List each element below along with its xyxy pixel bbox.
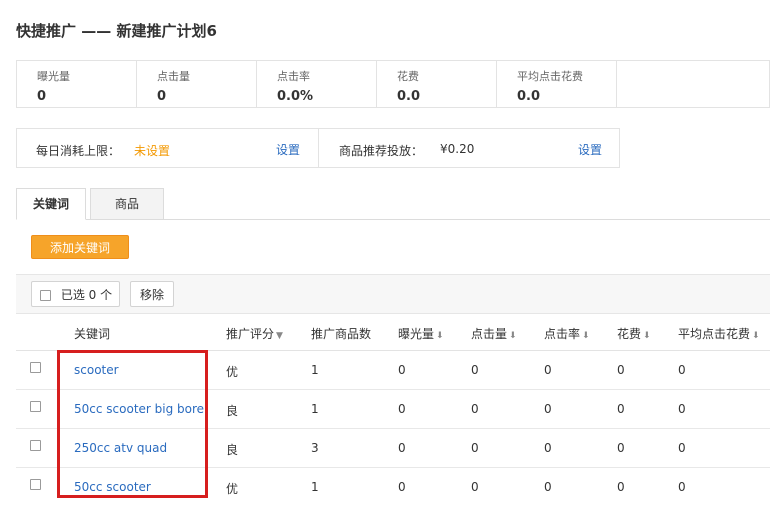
table-header: 关键词 推广评分 ▼ 推广商品数 曝光量 ⬇ 点击量 ⬇ 点击率 ⬇ 花费 ⬇ 平均点击花… (16, 314, 770, 351)
table-toolbar: 已选 0 个 移除 (16, 274, 770, 314)
row-checkbox[interactable] (30, 401, 41, 412)
avg-cpc-cell: 0 (678, 402, 686, 416)
stat-label: 曝光量 (37, 70, 70, 83)
sort-arrow-icon: ⬇ (582, 331, 590, 341)
stats-panel: 曝光量 0 点击量 0 点击率 0.0% 花费 0.0 平均点击花费 0.0 (16, 60, 770, 108)
clicks-cell: 0 (471, 402, 479, 416)
row-checkbox[interactable] (30, 479, 41, 490)
cost-cell: 0 (617, 480, 625, 494)
product-bid-set-link[interactable]: 设置 (578, 141, 602, 158)
header-avg-cpc-label: 平均点击花费 (678, 327, 751, 341)
ctr-cell: 0 (544, 441, 552, 455)
clicks-cell: 0 (471, 363, 479, 377)
stat-impressions: 曝光量 0 (17, 61, 137, 107)
tab-products[interactable]: 商品 (90, 188, 164, 219)
avg-cpc-cell: 0 (678, 441, 686, 455)
header-cost[interactable]: 花费 ⬇ (617, 325, 651, 342)
row-checkbox[interactable] (30, 362, 41, 373)
stat-value: 0.0 (397, 89, 421, 104)
ctr-cell: 0 (544, 402, 552, 416)
header-impressions[interactable]: 曝光量 ⬇ (398, 325, 444, 342)
table-row: 50cc scooter big bore 良 1 0 0 0 0 0 (16, 390, 770, 429)
stat-value: 0.0 (517, 89, 541, 104)
sort-arrow-icon: ⬇ (509, 331, 517, 341)
ctr-cell: 0 (544, 480, 552, 494)
header-ctr[interactable]: 点击率 ⬇ (544, 325, 590, 342)
products-cell: 1 (311, 480, 319, 494)
stat-label: 点击量 (157, 70, 190, 83)
tab-keywords[interactable]: 关键词 (16, 188, 86, 220)
clicks-cell: 0 (471, 441, 479, 455)
cost-cell: 0 (617, 402, 625, 416)
score-cell: 优 (226, 482, 239, 496)
page-title: 快捷推广 —— 新建推广计划6 (16, 22, 217, 40)
stat-value: 0 (37, 89, 47, 104)
stat-label: 平均点击花费 (517, 70, 583, 83)
tab-bar: 关键词 商品 (16, 188, 770, 220)
header-cost-label: 花费 (617, 327, 642, 341)
product-bid-cell: 商品推荐投放： ¥0.20 设置 (319, 129, 619, 167)
table-row: scooter 优 1 0 0 0 0 0 (16, 351, 770, 390)
budget-panel: 每日消耗上限： 未设置 设置 商品推荐投放： ¥0.20 设置 (16, 128, 620, 168)
stat-cost: 花费 0.0 (377, 61, 497, 107)
header-clicks-label: 点击量 (471, 327, 508, 341)
product-bid-value: ¥0.20 (440, 142, 475, 156)
sort-desc-icon: ▼ (276, 331, 283, 341)
header-score[interactable]: 推广评分 ▼ (226, 325, 283, 342)
ctr-cell: 0 (544, 363, 552, 377)
keyword-link[interactable]: scooter (74, 363, 119, 377)
score-cell: 良 (226, 404, 239, 418)
table-row: 250cc atv quad 良 3 0 0 0 0 0 (16, 429, 770, 468)
impressions-cell: 0 (398, 402, 406, 416)
header-score-label: 推广评分 (226, 327, 275, 341)
impressions-cell: 0 (398, 441, 406, 455)
selected-count-label: 已选 0 个 (60, 288, 113, 302)
stat-value: 0.0% (277, 89, 314, 104)
stat-avg-cpc: 平均点击花费 0.0 (497, 61, 617, 107)
cost-cell: 0 (617, 441, 625, 455)
daily-budget-cell: 每日消耗上限： 未设置 设置 (17, 129, 319, 167)
daily-budget-set-link[interactable]: 设置 (276, 141, 300, 158)
sort-arrow-icon: ⬇ (436, 331, 444, 341)
row-checkbox[interactable] (30, 440, 41, 451)
products-cell: 3 (311, 441, 319, 455)
header-keyword: 关键词 (74, 327, 111, 341)
products-cell: 1 (311, 363, 319, 377)
header-impressions-label: 曝光量 (398, 327, 435, 341)
impressions-cell: 0 (398, 480, 406, 494)
keyword-link[interactable]: 50cc scooter big bore (74, 402, 204, 416)
header-ctr-label: 点击率 (544, 327, 581, 341)
product-bid-label: 商品推荐投放： (339, 144, 424, 158)
stat-clicks: 点击量 0 (137, 61, 257, 107)
products-cell: 1 (311, 402, 319, 416)
select-all-checkbox[interactable] (40, 290, 51, 301)
sort-arrow-icon: ⬇ (643, 331, 651, 341)
daily-budget-label: 每日消耗上限： (36, 144, 121, 158)
select-all-control[interactable]: 已选 0 个 (31, 281, 120, 307)
score-cell: 良 (226, 443, 239, 457)
clicks-cell: 0 (471, 480, 479, 494)
avg-cpc-cell: 0 (678, 363, 686, 377)
table-row: 50cc scooter 优 1 0 0 0 0 0 (16, 468, 770, 507)
header-products: 推广商品数 (311, 327, 372, 341)
stat-ctr: 点击率 0.0% (257, 61, 377, 107)
cost-cell: 0 (617, 363, 625, 377)
stat-label: 点击率 (277, 70, 310, 83)
stat-label: 花费 (397, 70, 419, 83)
add-keyword-button[interactable]: 添加关键词 (31, 235, 129, 259)
header-avg-cpc[interactable]: 平均点击花费 ⬇ (678, 325, 760, 342)
header-clicks[interactable]: 点击量 ⬇ (471, 325, 517, 342)
avg-cpc-cell: 0 (678, 480, 686, 494)
keyword-link[interactable]: 50cc scooter (74, 480, 151, 494)
stat-value: 0 (157, 89, 167, 104)
sort-arrow-icon: ⬇ (752, 331, 760, 341)
daily-budget-value: 未设置 (134, 144, 171, 158)
score-cell: 优 (226, 365, 239, 379)
remove-button[interactable]: 移除 (130, 281, 174, 307)
impressions-cell: 0 (398, 363, 406, 377)
keyword-link[interactable]: 250cc atv quad (74, 441, 167, 455)
